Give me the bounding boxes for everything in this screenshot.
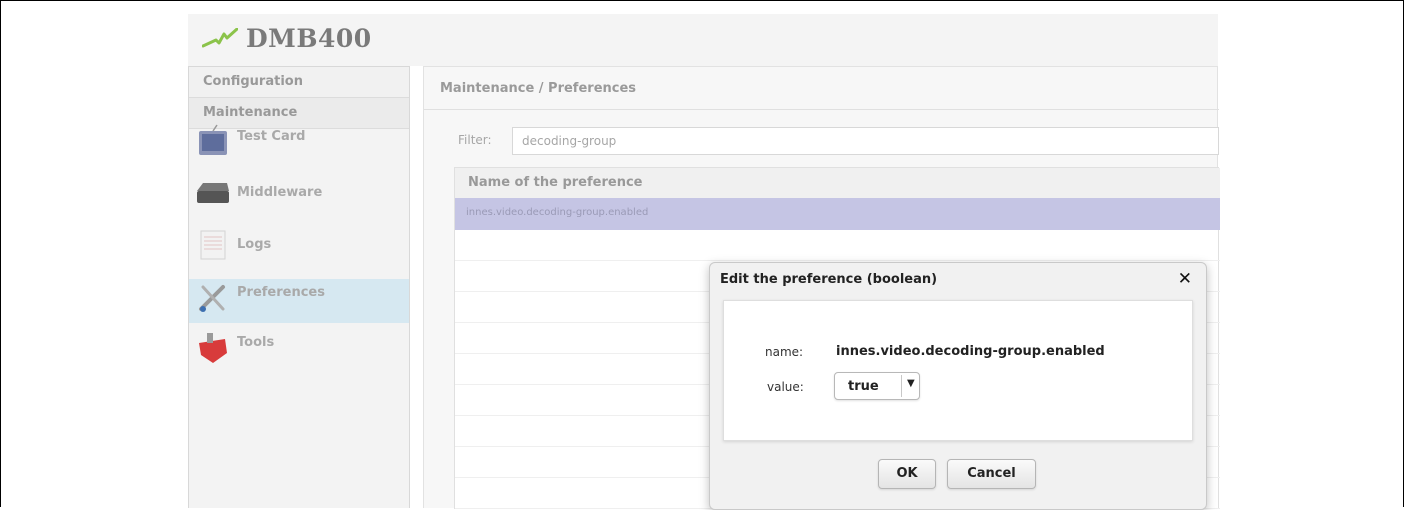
chevron-down-icon: ▼ [907, 378, 915, 389]
sidebar-item-label: Preferences [237, 285, 325, 300]
dialog-title: Edit the preference (boolean) [720, 272, 938, 287]
document-icon [200, 230, 226, 260]
sidebar-item-test-card[interactable]: Test Card [189, 123, 409, 167]
sidebar-item-label: Tools [237, 335, 275, 350]
sidebar-section-configuration[interactable]: Configuration [189, 67, 409, 98]
sidebar-item-logs[interactable]: Logs [189, 225, 409, 269]
tv-icon [199, 124, 227, 155]
value-label: value: [767, 380, 804, 394]
table-row[interactable]: innes.video.decoding-group.enabled [455, 198, 1220, 230]
sidebar-item-label: Logs [237, 237, 272, 252]
value-select[interactable]: true ▼ [834, 372, 920, 400]
ok-button[interactable]: OK [878, 459, 936, 489]
toolbox-icon [199, 333, 227, 363]
app-title: DMB400 [246, 24, 372, 53]
table-row-empty [455, 230, 1220, 261]
edit-preference-dialog: Edit the preference (boolean) ✕ name: in… [709, 262, 1207, 510]
table-cell: innes.video.decoding-group.enabled [466, 207, 649, 218]
name-label: name: [765, 345, 804, 359]
device-icon [197, 183, 229, 203]
tools-icon [199, 285, 225, 312]
sidebar-item-tools[interactable]: Tools [189, 329, 409, 373]
sidebar-item-preferences[interactable]: Preferences [189, 279, 409, 323]
dialog-body: name: innes.video.decoding-group.enabled… [723, 300, 1193, 441]
table-header[interactable]: Name of the preference [455, 168, 1220, 199]
logo-icon [202, 28, 238, 48]
filter-input[interactable]: decoding-group [512, 127, 1219, 155]
sidebar-item-label: Middleware [237, 185, 323, 200]
column-header-name: Name of the preference [468, 175, 643, 190]
filter-label: Filter: [458, 133, 492, 147]
sidebar: Configuration Maintenance Test Card Midd… [188, 66, 410, 508]
close-icon[interactable]: ✕ [1178, 269, 1192, 289]
cancel-button[interactable]: Cancel [947, 459, 1036, 489]
value-select-selected: true [848, 379, 879, 394]
sidebar-item-label: Test Card [237, 129, 306, 144]
divider [901, 375, 902, 397]
name-value: innes.video.decoding-group.enabled [836, 344, 1105, 359]
sidebar-item-middleware[interactable]: Middleware [189, 173, 409, 217]
breadcrumb: Maintenance / Preferences [440, 81, 637, 96]
app-header: DMB400 [188, 14, 1218, 66]
divider [424, 109, 1219, 110]
